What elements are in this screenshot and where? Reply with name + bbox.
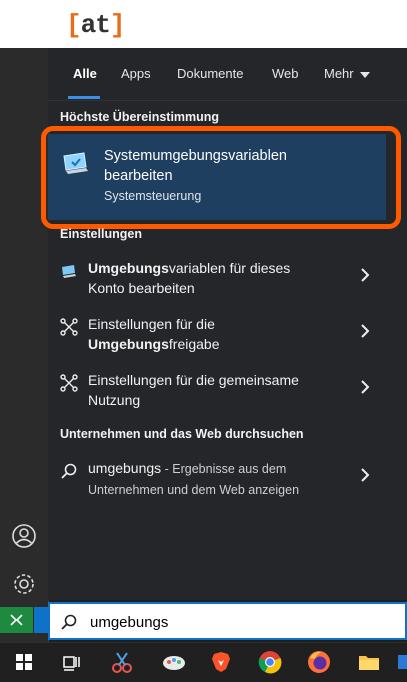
search-input[interactable] (88, 610, 392, 634)
chevron-right-icon (360, 380, 370, 394)
web-search-heading: Unternehmen und das Web durchsuchen (60, 427, 304, 441)
settings-item-shared-use[interactable]: Einstellungen für die gemeinsame Nutzung (48, 370, 407, 426)
active-tab-indicator (68, 96, 100, 99)
remote-indicator[interactable] (0, 607, 33, 633)
chrome-icon[interactable] (257, 649, 283, 675)
rail-status-strip (0, 607, 48, 633)
web-search-desc-line1: - Ergebnisse aus dem (161, 462, 287, 476)
label-line2: Nutzung (88, 392, 141, 408)
search-icon (60, 462, 78, 480)
label-rest: freigabe (168, 336, 220, 352)
settings-item-label: Einstellungen für die gemeinsame Nutzung (88, 370, 348, 410)
label-line1: Einstellungen für die (88, 316, 215, 332)
snipping-tool-icon[interactable] (109, 649, 135, 675)
file-explorer-icon[interactable] (356, 649, 382, 675)
search-tabs: Alle Apps Dokumente Web Mehr (48, 48, 407, 101)
top-banner: [at] (0, 0, 407, 48)
web-search-result[interactable]: umgebungs - Ergebnisse aus dem Unternehm… (48, 458, 407, 514)
settings-item-label: Einstellungen für die Umgebungsfreigabe (88, 314, 348, 354)
label-rest: variablen für dieses (168, 260, 291, 276)
tab-dokumente[interactable]: Dokumente (177, 66, 243, 81)
match-highlight: Umgebungs (88, 336, 169, 352)
share-nodes-icon (60, 318, 78, 336)
share-nodes-icon (60, 374, 78, 392)
paint-icon[interactable] (161, 649, 187, 675)
web-search-desc-line2: Unternehmen und dem Web anzeigen (88, 483, 300, 497)
account-icon[interactable] (10, 522, 38, 550)
logo: [at] (66, 10, 126, 40)
tab-apps[interactable]: Apps (121, 66, 151, 81)
task-view-icon[interactable] (58, 649, 84, 675)
settings-item-env-sharing[interactable]: Einstellungen für die Umgebungsfreigabe (48, 314, 407, 370)
tab-web[interactable]: Web (272, 66, 299, 81)
label-line2: Konto bearbeiten (88, 280, 195, 296)
brave-icon[interactable] (208, 649, 234, 675)
settings-item-label: Umgebungsvariablen für dieses Konto bear… (88, 258, 348, 298)
match-highlight: Umgebungs (88, 260, 169, 276)
chevron-right-icon (360, 468, 370, 482)
logo-bracket-left: [ (66, 10, 82, 40)
tab-alle[interactable]: Alle (73, 66, 97, 81)
tab-mehr-label: Mehr (324, 66, 354, 81)
annotation-highlight-box (41, 126, 401, 229)
web-search-label: umgebungs - Ergebnisse aus dem Unternehm… (88, 458, 348, 500)
label-line1: Einstellungen für die gemeinsame (88, 372, 299, 388)
tab-mehr[interactable]: Mehr (324, 66, 370, 81)
search-panel: Alle Apps Dokumente Web Mehr Höchste Übe… (41, 48, 407, 600)
branch-indicator[interactable] (34, 607, 48, 633)
search-box[interactable] (48, 602, 407, 640)
search-icon (60, 613, 78, 631)
logo-bracket-right: ] (109, 10, 126, 40)
chevron-down-icon (359, 71, 370, 78)
firefox-icon[interactable] (306, 649, 332, 675)
settings-heading: Einstellungen (60, 227, 142, 241)
windows-start-icon[interactable] (11, 649, 37, 675)
monitor-icon (60, 262, 78, 280)
settings-item-user-env-vars[interactable]: Umgebungsvariablen für dieses Konto bear… (48, 258, 407, 314)
best-match-heading: Höchste Übereinstimmung (60, 110, 220, 124)
logo-text: at (80, 10, 111, 40)
chevron-right-icon (360, 268, 370, 282)
web-search-query: umgebungs (88, 460, 162, 476)
settings-gear-icon[interactable] (10, 570, 38, 598)
taskbar (0, 642, 407, 682)
chevron-right-icon (360, 324, 370, 338)
overflow-icon[interactable] (396, 649, 407, 675)
